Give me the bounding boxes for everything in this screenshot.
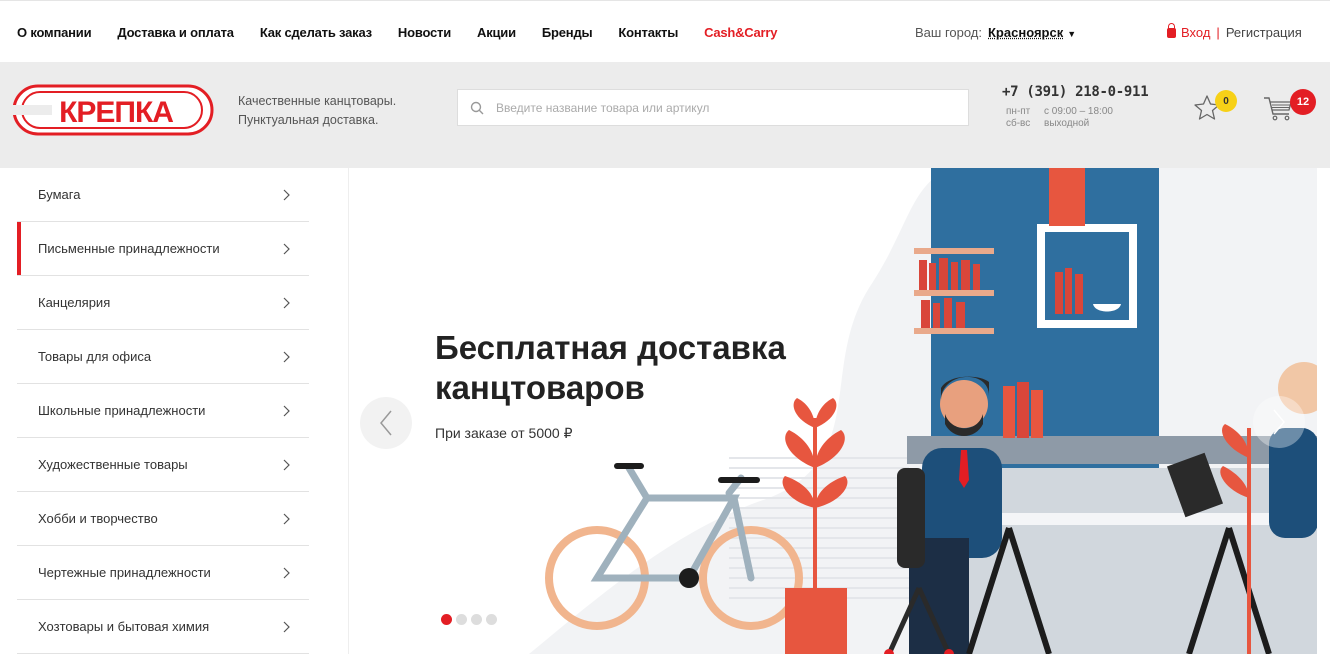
chevron-right-icon (283, 189, 290, 200)
sidebar-category-item[interactable]: Школьные принадлежности (17, 384, 309, 438)
sidebar-category-item[interactable]: Письменные принадлежности (17, 222, 309, 276)
cart-count-badge: 12 (1290, 89, 1316, 115)
banner-headline-line-1: Бесплатная доставка (435, 329, 786, 366)
login-link[interactable]: Вход (1181, 25, 1210, 40)
sidebar-category-item[interactable]: Бумага (17, 168, 309, 222)
sidebar-category-label: Хобби и творчество (38, 511, 158, 526)
nav-link-how-to-order[interactable]: Как сделать заказ (260, 25, 372, 40)
caret-down-icon[interactable]: ▼ (1067, 29, 1076, 39)
logo[interactable]: КРЕПКА (12, 84, 216, 136)
chevron-right-icon (283, 297, 290, 308)
nav-link-brands[interactable]: Бренды (542, 25, 593, 40)
banner-subline: При заказе от 5000 ₽ (435, 425, 573, 441)
chevron-right-icon (283, 243, 290, 254)
hours-weekdays: пн-пт с 09:00 – 18:00 (1006, 106, 1113, 117)
banner-headline-line-2: канцтоваров (435, 369, 645, 406)
sidebar-category-item[interactable]: Художественные товары (17, 438, 309, 492)
carousel-dot[interactable] (441, 614, 452, 625)
chevron-right-icon (283, 621, 290, 632)
sidebar-category-label: Школьные принадлежности (38, 403, 206, 418)
nav-link-delivery[interactable]: Доставка и оплата (117, 25, 234, 40)
promo-banner: Бесплатная доставка канцтоваров При зака… (348, 168, 1317, 654)
work-hours: пн-пт с 09:00 – 18:00 сб-вс выходной (1006, 106, 1113, 130)
tagline-line-1: Качественные канцтовары. (238, 94, 397, 108)
logo-text: КРЕПКА (59, 96, 173, 129)
tagline-line-2: Пунктуальная доставка. (238, 113, 379, 127)
search-icon[interactable] (470, 101, 484, 115)
register-link[interactable]: Регистрация (1226, 25, 1302, 40)
auth-separator: | (1216, 25, 1220, 40)
carousel-prev-button[interactable] (360, 397, 412, 449)
banner-illustration (529, 168, 1317, 654)
chevron-left-icon (380, 410, 392, 436)
sidebar-category-item[interactable]: Хобби и творчество (17, 492, 309, 546)
nav-link-news[interactable]: Новости (398, 25, 451, 40)
chevron-right-icon (283, 405, 290, 416)
city-dropdown[interactable]: Красноярск (988, 25, 1063, 40)
hours-weekend: сб-вс выходной (1006, 118, 1090, 129)
chevron-right-icon (283, 351, 290, 362)
chevron-right-icon (283, 513, 290, 524)
favorites-count-badge: 0 (1215, 90, 1237, 112)
sidebar-category-label: Чертежные принадлежности (38, 565, 211, 580)
carousel-next-button[interactable] (1253, 396, 1305, 448)
auth-links: Вход | Регистрация (1167, 23, 1302, 40)
sidebar-category-label: Художественные товары (38, 457, 188, 472)
search-input[interactable] (496, 100, 936, 115)
chevron-right-icon (283, 459, 290, 470)
top-bar: О компании Доставка и оплата Как сделать… (0, 0, 1330, 62)
sidebar-category-item[interactable]: Чертежные принадлежности (17, 546, 309, 600)
sidebar-category-item[interactable]: Товары для офиса (17, 330, 309, 384)
lock-icon (1167, 23, 1176, 38)
search-box (457, 89, 969, 126)
nav-link-about[interactable]: О компании (17, 25, 92, 40)
chevron-right-icon (283, 567, 290, 578)
city-selector: Ваш город: Красноярск ▼ (915, 25, 1076, 40)
nav-link-cash-carry[interactable]: Cash&Carry (704, 25, 777, 40)
sidebar-category-label: Письменные принадлежности (38, 241, 220, 256)
city-label: Ваш город: (915, 25, 982, 40)
phone-number[interactable]: +7 (391) 218-0-911 (1002, 84, 1149, 100)
carousel-dot[interactable] (486, 614, 497, 625)
category-sidebar: Бумага Письменные принадлежности Канцеляри… (17, 168, 309, 654)
sidebar-category-item[interactable]: Канцелярия (17, 276, 309, 330)
sidebar-category-label: Товары для офиса (38, 349, 152, 364)
top-nav: О компании Доставка и оплата Как сделать… (17, 25, 803, 40)
sidebar-category-label: Канцелярия (38, 295, 111, 310)
sidebar-category-item[interactable]: Хозтовары и бытовая химия (17, 600, 309, 654)
carousel-dot[interactable] (471, 614, 482, 625)
banner-headline: Бесплатная доставка канцтоваров (435, 328, 855, 408)
nav-link-contacts[interactable]: Контакты (618, 25, 678, 40)
sidebar-category-label: Хозтовары и бытовая химия (38, 619, 210, 634)
carousel-dot[interactable] (456, 614, 467, 625)
tagline: Качественные канцтовары. Пунктуальная до… (238, 92, 396, 130)
sidebar-category-label: Бумага (38, 187, 81, 202)
carousel-dots (441, 614, 497, 625)
chevron-right-icon (1273, 409, 1285, 435)
nav-link-promotions[interactable]: Акции (477, 25, 516, 40)
